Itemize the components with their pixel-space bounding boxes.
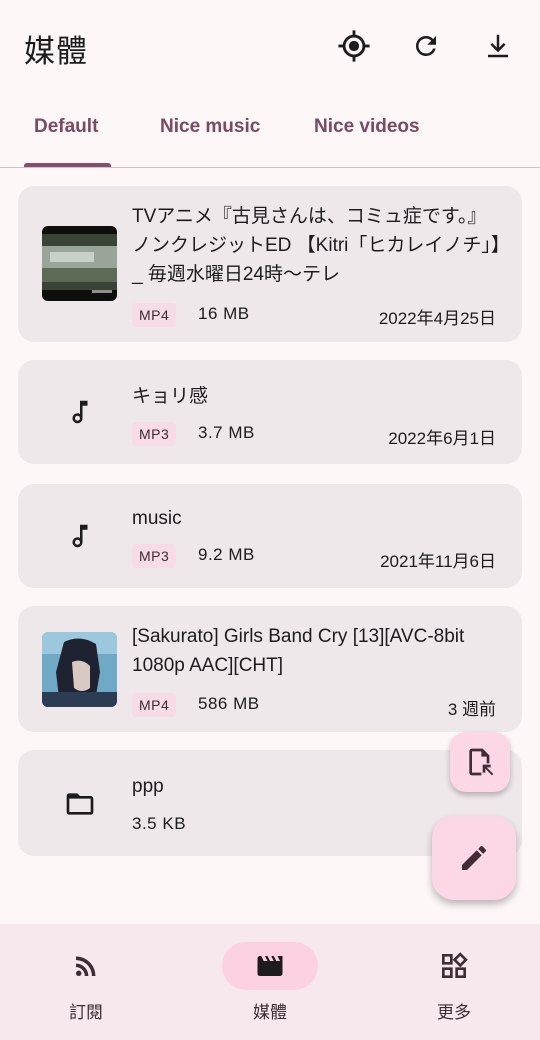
format-badge: MP4 xyxy=(132,693,177,717)
tab-bar: Default Nice music Nice videos xyxy=(0,100,540,168)
locate-button[interactable] xyxy=(334,26,374,66)
download-icon xyxy=(488,34,508,58)
edit-icon xyxy=(462,845,487,870)
folder-title: ppp xyxy=(132,776,164,797)
nav-label: 訂閱 xyxy=(69,1003,103,1023)
file-size: 3.7 MB xyxy=(198,423,255,442)
video-thumbnail xyxy=(42,226,117,301)
file-size: 3.5 KB xyxy=(132,814,187,833)
format-badge: MP3 xyxy=(132,544,177,568)
media-title: [Sakurato] Girls Band Cry [13][AVC-8bit … xyxy=(132,626,465,676)
media-item[interactable]: music MP3 9.2 MB 2021年11月6日 xyxy=(18,484,522,588)
tab-indicator xyxy=(24,163,111,167)
import-file-icon xyxy=(469,748,494,776)
tab-nice-music[interactable]: Nice music xyxy=(160,116,260,138)
rss-feed-icon xyxy=(76,956,96,976)
media-title: music xyxy=(132,508,182,529)
media-item[interactable]: [Sakurato] Girls Band Cry [13][AVC-8bit … xyxy=(18,606,522,732)
video-thumbnail xyxy=(42,632,117,707)
refresh-button[interactable] xyxy=(406,26,446,66)
media-title: キョリ感 xyxy=(132,386,209,407)
clapperboard-icon xyxy=(257,956,283,976)
file-size: 9.2 MB xyxy=(198,545,255,564)
bottom-navigation: 訂閱 媒體 更多 xyxy=(0,924,540,1040)
app-title: 媒體 xyxy=(24,34,88,70)
tab-default[interactable]: Default xyxy=(34,116,98,138)
media-date: 2022年4月25日 xyxy=(378,309,496,328)
format-badge: MP3 xyxy=(132,422,177,446)
import-file-button[interactable] xyxy=(450,732,510,792)
nav-label: 更多 xyxy=(437,1003,471,1023)
folder-icon xyxy=(60,784,100,824)
media-date: 2021年11月6日 xyxy=(380,552,496,571)
file-size: 16 MB xyxy=(198,304,250,323)
nav-label: 媒體 xyxy=(253,1003,287,1023)
media-date: 3 週前 xyxy=(447,700,496,719)
nav-more[interactable]: 更多 xyxy=(402,942,522,1023)
music-note-icon xyxy=(60,392,100,432)
media-title: TVアニメ『古見さんは、コミュ症です。』ノンクレジットED 【Kitri「ヒカレ… xyxy=(132,206,501,285)
format-badge: MP4 xyxy=(132,303,177,327)
media-item[interactable]: TVアニメ『古見さんは、コミュ症です。』ノンクレジットED 【Kitri「ヒカレ… xyxy=(18,186,522,342)
file-size: 586 MB xyxy=(198,694,260,713)
nav-media[interactable]: 媒體 xyxy=(218,942,338,1023)
media-item[interactable]: キョリ感 MP3 3.7 MB 2022年6月1日 xyxy=(18,360,522,464)
widgets-icon xyxy=(442,952,468,978)
refresh-icon xyxy=(415,35,436,56)
music-note-icon xyxy=(60,516,100,556)
edit-button[interactable] xyxy=(432,816,516,900)
tab-nice-videos[interactable]: Nice videos xyxy=(314,116,420,138)
locate-icon xyxy=(338,30,370,62)
nav-active-indicator xyxy=(222,942,318,990)
download-button[interactable] xyxy=(478,26,518,66)
nav-subscriptions[interactable]: 訂閱 xyxy=(34,942,154,1023)
media-date: 2022年6月1日 xyxy=(388,429,496,448)
top-app-bar: 媒體 xyxy=(0,0,540,96)
